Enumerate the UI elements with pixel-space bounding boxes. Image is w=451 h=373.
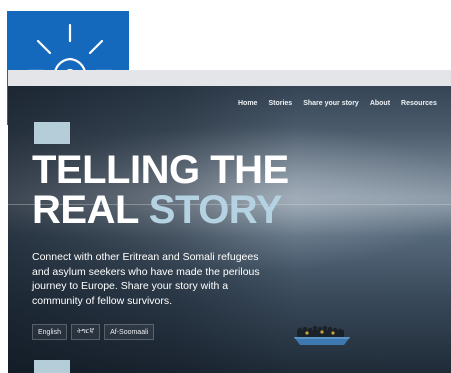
nav-home[interactable]: Home: [238, 100, 257, 107]
hero-title-line-2: REAL STORY: [32, 190, 289, 230]
hero-title-line-1: TELLING THE: [32, 148, 289, 192]
nav-stories[interactable]: Stories: [268, 100, 292, 107]
language-english-button[interactable]: English: [32, 324, 67, 340]
website-screenshot: Home Stories Share your story About Reso…: [8, 70, 451, 373]
main-nav: Home Stories Share your story About Reso…: [238, 100, 437, 107]
hero-title: TELLING THE REAL STORY: [32, 150, 289, 230]
hero-title-word-story: STORY: [148, 188, 283, 232]
language-somali-button[interactable]: Af-Soomaali: [104, 324, 155, 340]
language-tigrinya-button[interactable]: ትግርኛ: [70, 324, 101, 340]
nav-resources[interactable]: Resources: [401, 100, 437, 107]
hero-description: Connect with other Eritrean and Somali r…: [32, 251, 260, 307]
boat-image: [294, 325, 350, 345]
accent-block-top: [34, 122, 70, 144]
language-switcher: English ትግርኛ Af-Soomaali: [32, 324, 155, 340]
nav-share-your-story[interactable]: Share your story: [303, 100, 359, 107]
nav-about[interactable]: About: [370, 100, 390, 107]
hero-title-word-real: REAL: [32, 188, 139, 232]
browser-top-bar: [8, 70, 451, 86]
accent-block-bottom: [34, 360, 70, 373]
